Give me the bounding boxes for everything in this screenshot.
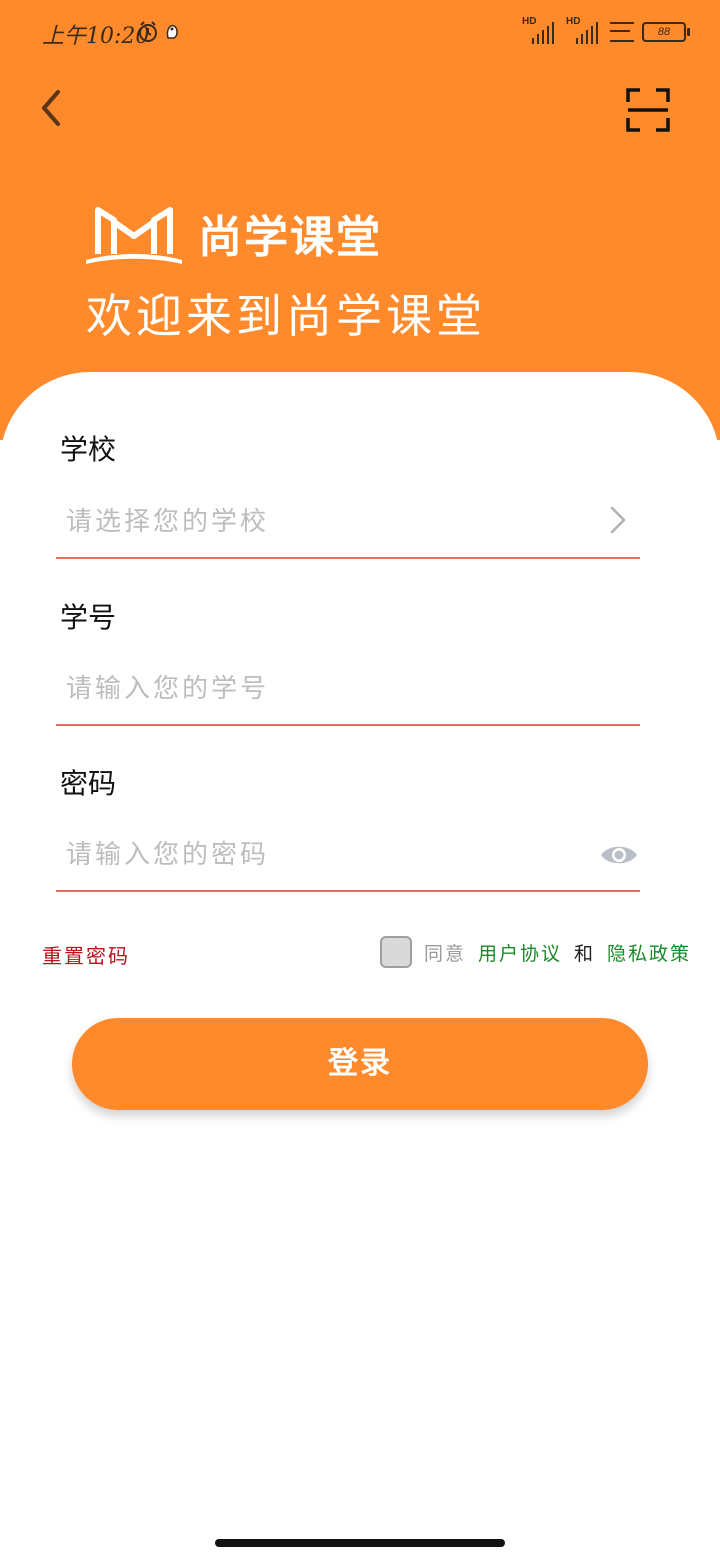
reset-password-link[interactable]: 重置密码: [42, 940, 130, 969]
chevron-left-icon: [42, 90, 60, 126]
app-logo: 尚学课堂: [84, 200, 382, 266]
logo-mark-icon: [86, 207, 182, 264]
welcome-title: 欢迎来到尚学课堂: [86, 289, 486, 343]
agreement-row: 同意 用户协议 和 隐私政策: [380, 936, 691, 968]
privacy-policy-link[interactable]: 隐私政策: [607, 939, 691, 966]
data-activity-icon: [610, 22, 634, 42]
login-button[interactable]: 登录: [72, 1018, 648, 1110]
student-id-placeholder: 请输入您的学号: [66, 674, 270, 704]
alarm-icon: [138, 20, 182, 49]
eye-icon[interactable]: [600, 842, 638, 868]
user-agreement-link[interactable]: 用户协议: [478, 939, 562, 966]
home-indicator[interactable]: [215, 1539, 505, 1547]
status-bar: 上午10:20 HD HD 88: [0, 0, 720, 64]
signal-icon: HD: [566, 16, 602, 44]
scan-icon: [626, 88, 670, 132]
school-placeholder: 请选择您的学校: [66, 507, 270, 537]
back-button[interactable]: [34, 86, 74, 130]
scan-button[interactable]: [626, 88, 670, 132]
and-text: 和: [574, 942, 596, 965]
password-input[interactable]: 请输入您的密码: [56, 820, 640, 892]
school-select[interactable]: 请选择您的学校: [56, 487, 640, 559]
student-id-input[interactable]: 请输入您的学号: [56, 654, 640, 726]
logo-text: 尚学课堂: [198, 212, 382, 263]
school-label: 学校: [60, 433, 117, 466]
battery-icon: 88: [642, 22, 690, 42]
chevron-right-icon: [610, 506, 626, 534]
signal-icon: HD: [522, 16, 558, 44]
status-time: 上午10:20: [42, 24, 150, 49]
agree-checkbox[interactable]: [380, 936, 412, 968]
password-placeholder: 请输入您的密码: [66, 840, 270, 870]
password-label: 密码: [60, 767, 117, 800]
agree-text: 同意: [424, 942, 467, 965]
status-right-icons: HD HD 88: [522, 16, 690, 44]
student-id-label: 学号: [60, 601, 117, 634]
